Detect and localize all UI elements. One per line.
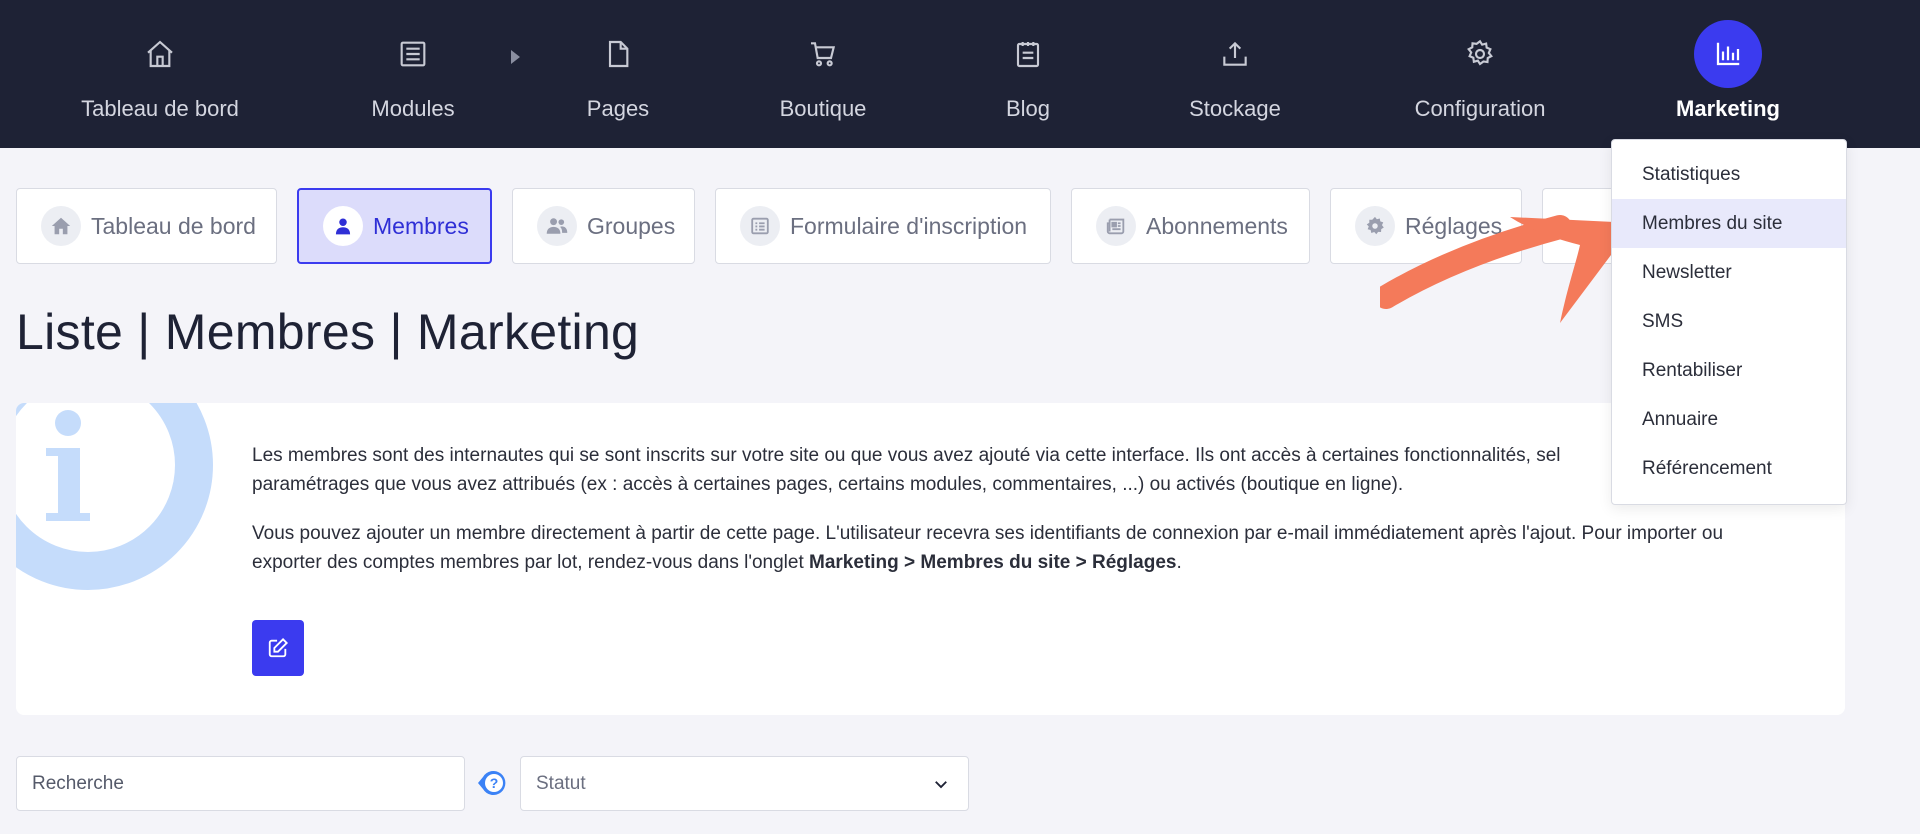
nav-label: Boutique xyxy=(779,96,867,121)
tab-more[interactable] xyxy=(1542,188,1622,264)
nav-item-stockage[interactable]: Stockage xyxy=(1165,0,1305,148)
status-select[interactable]: Statut xyxy=(520,756,969,811)
tab-tableau-de-bord[interactable]: Tableau de bord xyxy=(16,188,277,264)
page-title: Liste | Membres | Marketing xyxy=(16,304,640,360)
gear-icon xyxy=(1462,36,1498,72)
nav-label: Stockage xyxy=(1189,96,1281,121)
tab-label: Tableau de bord xyxy=(91,212,256,239)
bar-chart-icon xyxy=(1694,20,1762,88)
tab-label: Membres xyxy=(373,212,469,239)
menu-item-membres-du-site[interactable]: Membres du site xyxy=(1612,199,1846,248)
tab-label: Abonnements xyxy=(1146,212,1288,239)
edit-icon xyxy=(268,637,289,658)
info-path-bold: Marketing > Membres du site > Réglages xyxy=(809,552,1177,573)
menu-item-newsletter[interactable]: Newsletter xyxy=(1612,248,1846,297)
nav-item-blog[interactable]: Blog xyxy=(978,0,1078,148)
tab-label: Réglages xyxy=(1405,212,1503,239)
chevron-down-icon xyxy=(935,781,947,789)
form-icon xyxy=(740,206,780,246)
page-icon xyxy=(600,36,636,72)
list-icon xyxy=(395,36,431,72)
cart-icon xyxy=(805,36,841,72)
home-icon xyxy=(142,36,178,72)
users-icon xyxy=(537,206,577,246)
newspaper-icon xyxy=(1096,206,1136,246)
menu-item-statistiques[interactable]: Statistiques xyxy=(1612,150,1846,199)
tab-abonnements[interactable]: Abonnements xyxy=(1071,188,1310,264)
nav-label: Marketing xyxy=(1676,96,1780,121)
add-member-button[interactable] xyxy=(252,620,304,676)
nav-label: Configuration xyxy=(1414,96,1546,121)
tab-membres[interactable]: Membres xyxy=(297,188,492,264)
top-navigation: Tableau de bord Modules Pages Boutique B… xyxy=(0,0,1920,148)
menu-item-sms[interactable]: SMS xyxy=(1612,297,1846,346)
notepad-icon xyxy=(1010,36,1046,72)
nav-item-tableau-de-bord[interactable]: Tableau de bord xyxy=(60,0,260,148)
nav-item-configuration[interactable]: Configuration xyxy=(1385,0,1575,148)
nav-label: Pages xyxy=(586,96,650,121)
tab-reglages[interactable]: Réglages xyxy=(1330,188,1522,264)
info-text: Les membres sont des internautes qui se … xyxy=(252,441,1772,597)
marketing-dropdown-menu: Statistiques Membres du site Newsletter … xyxy=(1611,139,1847,505)
menu-item-rentabiliser[interactable]: Rentabiliser xyxy=(1612,346,1846,395)
tab-label: Formulaire d'inscription xyxy=(790,212,1028,239)
status-select-value: Statut xyxy=(536,772,586,794)
info-paragraph-1: Les membres sont des internautes qui se … xyxy=(252,445,1561,466)
user-icon xyxy=(323,206,363,246)
tab-formulaire-inscription[interactable]: Formulaire d'inscription xyxy=(715,188,1051,264)
search-input[interactable] xyxy=(16,756,465,811)
menu-item-annuaire[interactable]: Annuaire xyxy=(1612,395,1846,444)
nav-item-boutique[interactable]: Boutique xyxy=(753,0,893,148)
info-icon xyxy=(16,403,213,590)
nav-item-modules[interactable]: Modules xyxy=(343,0,483,148)
nav-item-pages[interactable]: Pages xyxy=(558,0,678,148)
info-paragraph-2-end: . xyxy=(1176,552,1182,573)
menu-item-referencement[interactable]: Référencement xyxy=(1612,444,1846,493)
svg-text:?: ? xyxy=(490,775,499,791)
caret-right-icon xyxy=(511,50,520,64)
home-icon xyxy=(41,206,81,246)
info-card: Les membres sont des internautes qui se … xyxy=(16,403,1845,715)
nav-label: Modules xyxy=(371,96,455,121)
nav-label: Tableau de bord xyxy=(81,96,239,121)
nav-item-marketing[interactable]: Marketing xyxy=(1658,0,1798,148)
nav-label: Blog xyxy=(1005,96,1051,121)
help-icon[interactable]: ? xyxy=(476,766,510,800)
gear-icon xyxy=(1355,206,1395,246)
tab-label: Groupes xyxy=(587,212,676,239)
info-paragraph-1b: paramétrages que vous avez attribués (ex… xyxy=(252,474,1404,495)
tab-groupes[interactable]: Groupes xyxy=(512,188,695,264)
upload-icon xyxy=(1217,36,1253,72)
